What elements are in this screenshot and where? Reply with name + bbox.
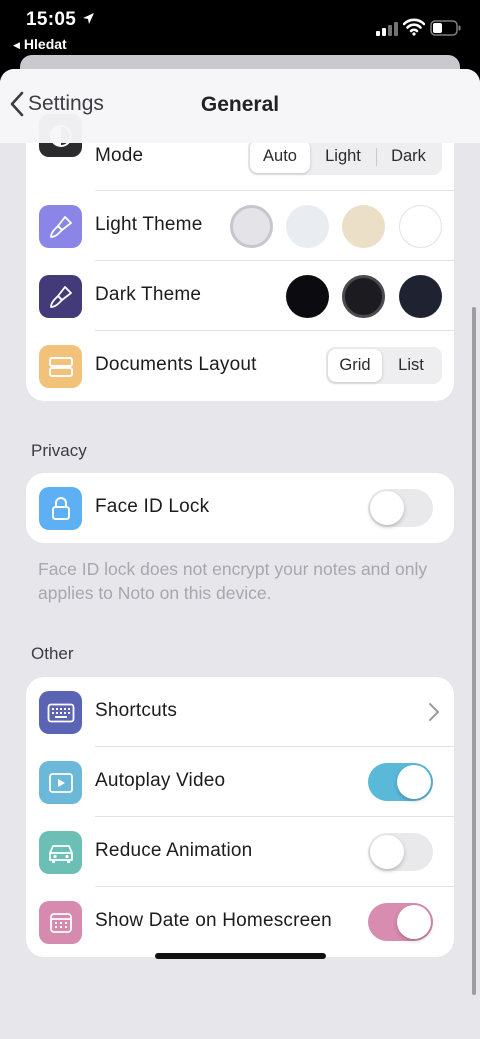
- back-triangle-icon: ◀: [13, 40, 20, 50]
- settings-sheet: Settings General Mode Auto Light Dark Li…: [0, 69, 480, 1039]
- face-id-label: Face ID Lock: [95, 496, 210, 517]
- toggle-knob: [397, 905, 431, 939]
- rows-icon: [48, 356, 73, 377]
- status-time: 15:05: [26, 9, 77, 30]
- face-id-toggle[interactable]: [368, 489, 433, 527]
- privacy-section-header: Privacy: [31, 441, 87, 460]
- dark-theme-row: Dark Theme: [26, 261, 454, 331]
- shortcuts-label: Shortcuts: [95, 700, 178, 721]
- mode-option-auto[interactable]: Auto: [250, 140, 310, 173]
- documents-layout-label: Documents Layout: [95, 354, 257, 375]
- documents-layout-icon-box: [39, 345, 82, 388]
- mode-label: Mode: [95, 145, 144, 166]
- other-section-header: Other: [31, 644, 74, 663]
- shortcuts-row[interactable]: Shortcuts: [26, 677, 454, 747]
- play-icon: [48, 772, 73, 793]
- light-swatch-2[interactable]: [286, 205, 329, 248]
- chevron-right-icon: [429, 703, 439, 721]
- show-date-row: Show Date on Homescreen: [26, 887, 454, 957]
- face-id-row: Face ID Lock: [26, 473, 454, 543]
- dark-theme-label: Dark Theme: [95, 284, 202, 305]
- autoplay-video-row: Autoplay Video: [26, 747, 454, 817]
- toggle-knob: [397, 765, 431, 799]
- mode-segmented-control[interactable]: Auto Light Dark: [248, 138, 442, 175]
- keyboard-icon: [47, 703, 74, 722]
- mode-option-dark[interactable]: Dark: [377, 140, 440, 173]
- light-theme-row: Light Theme: [26, 191, 454, 261]
- chevron-left-icon: [10, 91, 24, 117]
- home-indicator[interactable]: [155, 953, 326, 959]
- navigation-bar: Settings General: [0, 69, 480, 143]
- layout-option-list[interactable]: List: [382, 349, 440, 382]
- other-group: Shortcuts Autoplay Video Reduce Animatio…: [26, 677, 454, 957]
- back-to-app-button[interactable]: ◀ Hledat: [13, 36, 67, 52]
- calendar-icon: [49, 912, 72, 933]
- light-theme-icon-box: [39, 205, 82, 248]
- dark-theme-icon-box: [39, 275, 82, 318]
- paintbrush-icon: [49, 285, 72, 308]
- paintbrush-icon: [49, 215, 72, 238]
- privacy-group: Face ID Lock: [26, 473, 454, 543]
- back-button-label: Settings: [28, 92, 104, 115]
- reduce-animation-row: Reduce Animation: [26, 817, 454, 887]
- dark-swatch-1[interactable]: [286, 275, 329, 318]
- documents-layout-row: Documents Layout Grid List: [26, 331, 454, 401]
- light-swatch-3[interactable]: [342, 205, 385, 248]
- mode-option-light[interactable]: Light: [310, 140, 376, 173]
- show-date-icon-box: [39, 901, 82, 944]
- face-id-footnote: Face ID lock does not encrypt your notes…: [38, 559, 428, 603]
- back-app-label: Hledat: [23, 36, 67, 52]
- layout-segmented-control[interactable]: Grid List: [326, 347, 442, 384]
- reduce-animation-toggle[interactable]: [368, 833, 433, 871]
- battery-icon: [430, 20, 461, 36]
- shortcuts-icon-box: [39, 691, 82, 734]
- scrollbar[interactable]: [472, 307, 476, 995]
- show-date-label: Show Date on Homescreen: [95, 910, 332, 931]
- layout-option-grid[interactable]: Grid: [328, 349, 382, 382]
- wifi-icon: [403, 18, 425, 36]
- lock-icon: [51, 496, 70, 520]
- autoplay-icon-box: [39, 761, 82, 804]
- reduce-animation-icon-box: [39, 831, 82, 874]
- face-id-icon-box: [39, 487, 82, 530]
- light-swatch-4[interactable]: [399, 205, 442, 248]
- show-date-toggle[interactable]: [368, 903, 433, 941]
- back-button[interactable]: Settings: [10, 91, 104, 117]
- reduce-animation-label: Reduce Animation: [95, 840, 253, 861]
- location-arrow-icon: [83, 13, 94, 24]
- toggle-knob: [370, 491, 404, 525]
- light-theme-label: Light Theme: [95, 214, 203, 235]
- autoplay-video-toggle[interactable]: [368, 763, 433, 801]
- autoplay-video-label: Autoplay Video: [95, 770, 226, 791]
- light-swatch-1[interactable]: [230, 205, 273, 248]
- toggle-knob: [370, 835, 404, 869]
- car-icon: [48, 844, 73, 863]
- dark-swatch-2[interactable]: [342, 275, 385, 318]
- cellular-signal-icon: [376, 22, 398, 36]
- dark-swatch-3[interactable]: [399, 275, 442, 318]
- appearance-group: Mode Auto Light Dark Light Theme Dark Th…: [26, 100, 454, 401]
